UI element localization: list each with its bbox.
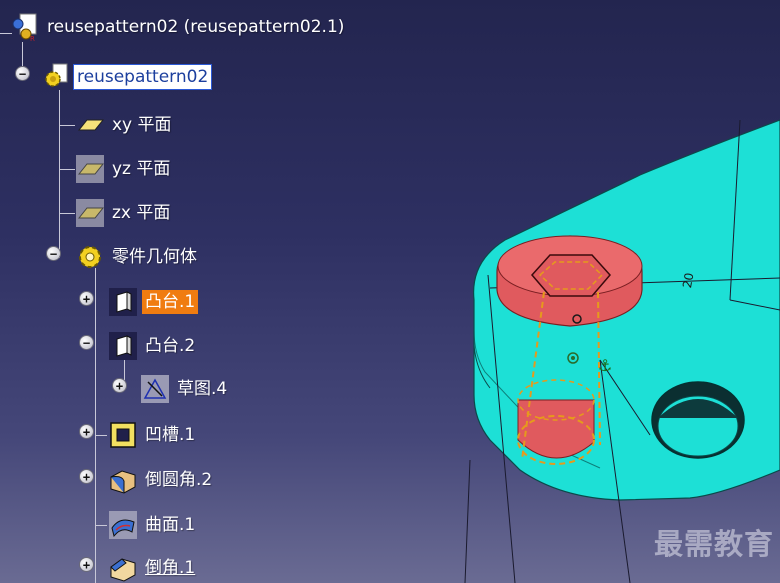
tree-node-edge-fillet-2[interactable]: 倒圆角.2 (108, 465, 215, 495)
tree-node-label: zx 平面 (112, 203, 171, 223)
specification-tree: R reusepattern02 (reusepattern02.1) − re… (0, 0, 780, 583)
expand-icon[interactable]: + (79, 469, 94, 484)
tree-node-surface-1[interactable]: 曲面.1 (108, 510, 198, 540)
tree-node-part-body[interactable]: 零件几何体 (75, 242, 200, 272)
tree-connector (59, 125, 75, 126)
collapse-icon[interactable]: − (15, 66, 30, 81)
edge-fillet-icon (110, 470, 136, 494)
tree-node-label: xy 平面 (112, 115, 172, 135)
tree-node-label: 凹槽.1 (145, 425, 196, 445)
tree-node-label: reusepattern02 (reusepattern02.1) (47, 17, 345, 37)
tree-node-label: 曲面.1 (145, 515, 196, 535)
tree-node-yz-plane[interactable]: yz 平面 (75, 154, 173, 184)
expand-icon[interactable]: + (112, 378, 127, 393)
pad-icon (109, 288, 137, 316)
tree-node-label: 凸台.1 (142, 290, 199, 314)
tree-node-zx-plane[interactable]: zx 平面 (75, 198, 173, 228)
tree-connector (59, 90, 60, 258)
watermark: 最需教育 (653, 527, 774, 561)
pad-icon (109, 332, 137, 360)
plane-icon (76, 199, 105, 227)
part-body-gear-icon (79, 246, 101, 268)
expand-icon[interactable]: + (79, 424, 94, 439)
tree-node-part[interactable]: reusepattern02 (40, 62, 213, 92)
chamfer-icon (110, 558, 136, 582)
tree-connector (95, 525, 107, 526)
plane-icon (76, 155, 105, 183)
part-gear-icon (45, 63, 68, 87)
tree-node-label: 倒圆角.2 (145, 470, 213, 490)
tree-node-product-root[interactable]: R reusepattern02 (reusepattern02.1) (10, 12, 347, 42)
tree-node-pad-2[interactable]: 凸台.2 (108, 331, 198, 361)
tree-node-label: 草图.4 (177, 379, 228, 399)
pocket-icon (110, 422, 136, 448)
tree-node-label: 凸台.2 (145, 336, 196, 356)
tree-node-pocket-1[interactable]: 凹槽.1 (108, 420, 198, 450)
tree-connector (95, 268, 96, 583)
sketch-icon (141, 375, 169, 403)
plane-icon (77, 119, 105, 131)
tree-node-pad-1[interactable]: 凸台.1 (108, 287, 199, 317)
tree-connector (59, 169, 75, 170)
collapse-icon[interactable]: − (79, 335, 94, 350)
expand-icon[interactable]: + (79, 291, 94, 306)
tree-node-sketch-4[interactable]: 草图.4 (140, 374, 230, 404)
tree-node-chamfer-1[interactable]: 倒角.1 (108, 553, 198, 583)
tree-connector (95, 435, 107, 436)
tree-node-label: yz 平面 (112, 159, 171, 179)
tree-node-label: 零件几何体 (112, 247, 197, 267)
collapse-icon[interactable]: − (46, 246, 61, 261)
expand-icon[interactable]: + (79, 557, 94, 572)
svg-text:R: R (30, 35, 35, 42)
product-icon: R (12, 13, 37, 42)
surface-icon (109, 511, 137, 539)
tree-connector (59, 213, 75, 214)
tree-node-xy-plane[interactable]: xy 平面 (75, 110, 175, 140)
tree-node-label[interactable]: reusepattern02 (72, 64, 213, 90)
tree-node-label: 倒角.1 (145, 558, 196, 578)
